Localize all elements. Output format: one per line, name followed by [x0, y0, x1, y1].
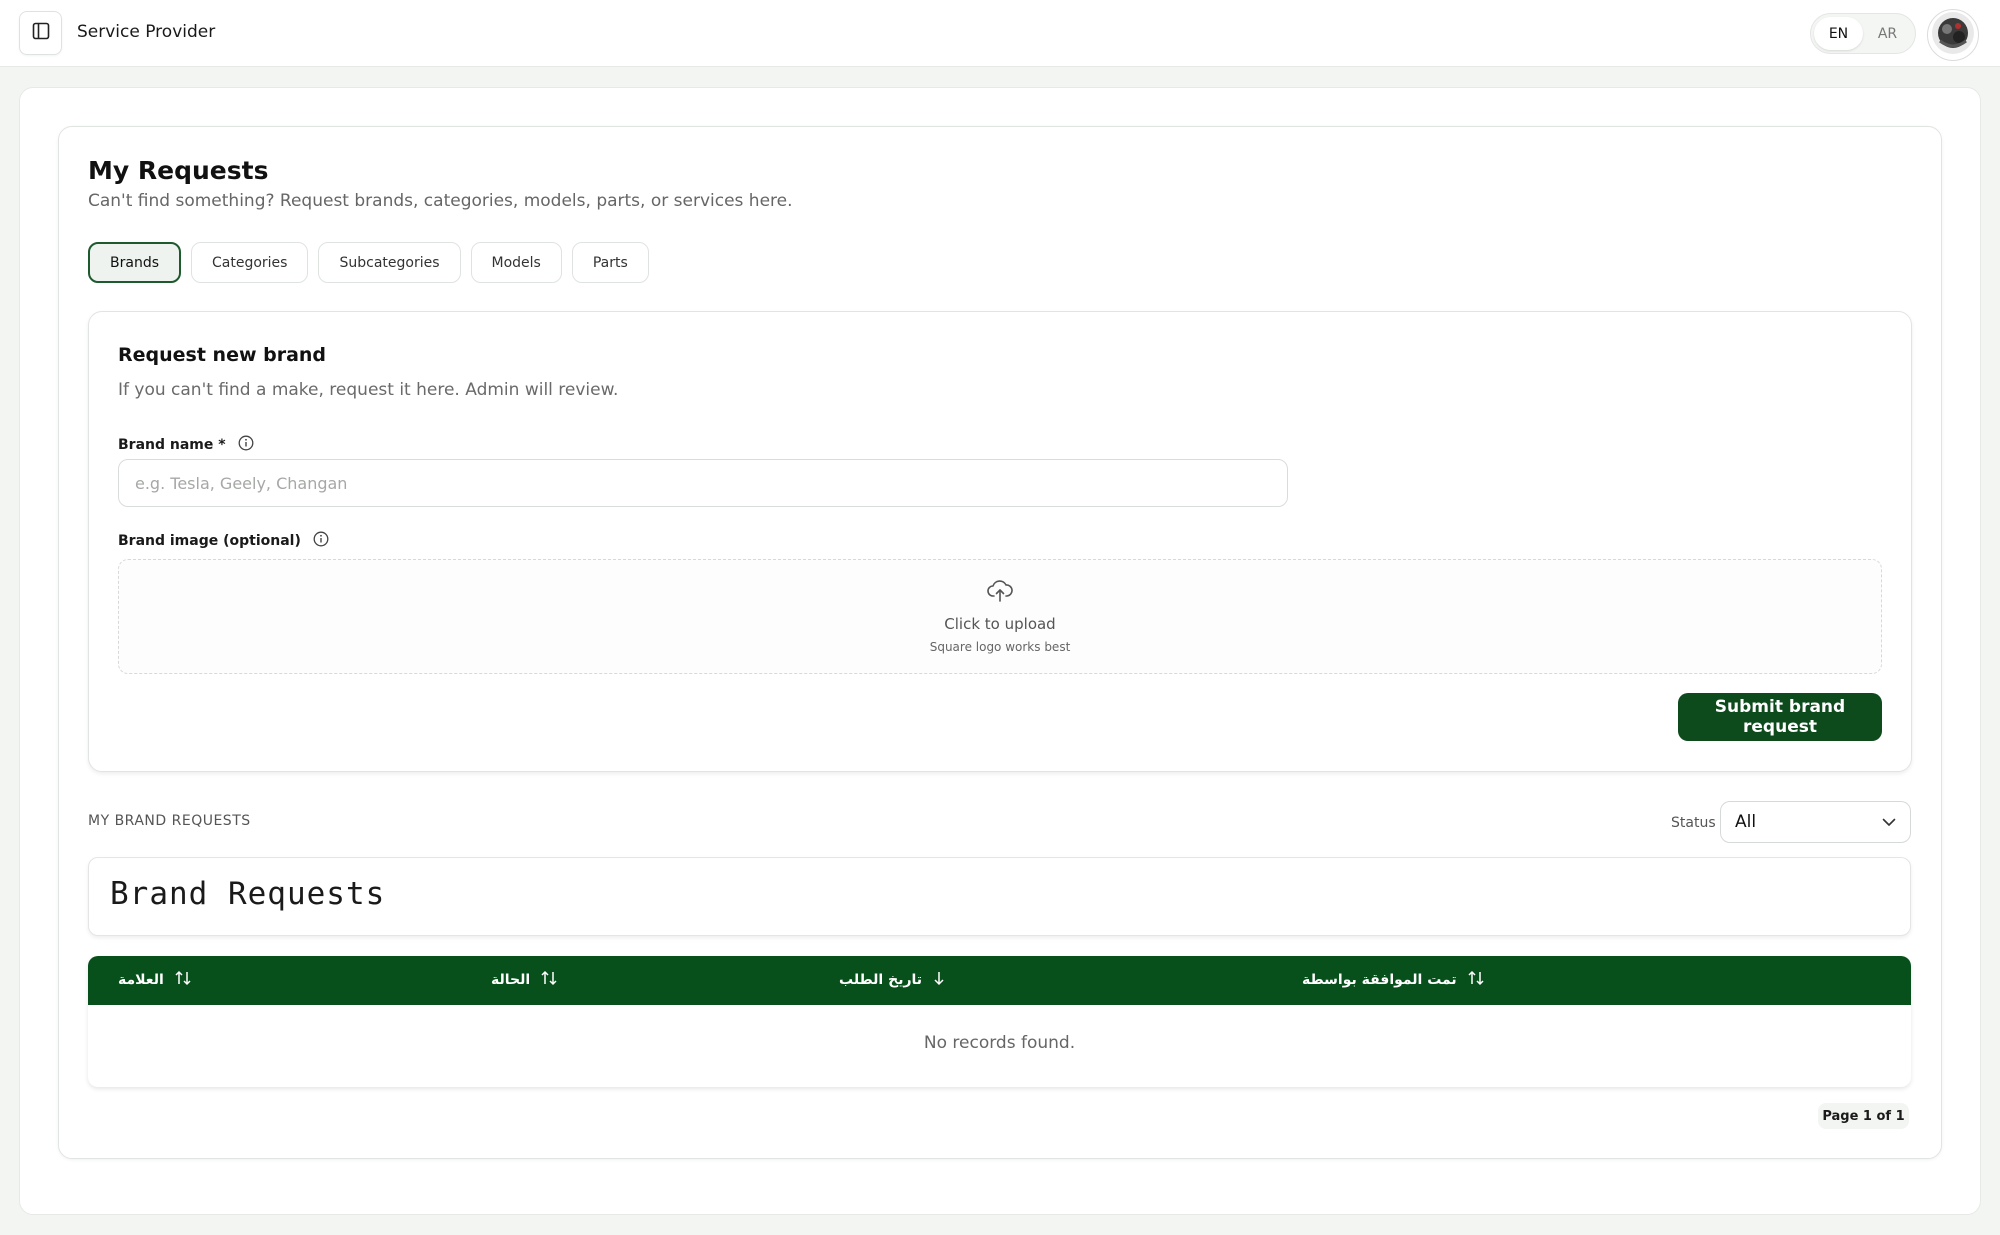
status-filter-label: Status: [1671, 815, 1716, 831]
info-icon[interactable]: [238, 435, 254, 455]
brand-requests-table: العلامة الحالة تاريخ الطلب تمت الموافقة …: [88, 956, 1911, 1087]
submit-brand-request-button[interactable]: Submit brand request: [1678, 693, 1882, 741]
app-title: Service Provider: [77, 22, 216, 42]
tab-categories[interactable]: Categories: [191, 242, 309, 283]
brand-image-upload[interactable]: Click to upload Square logo works best: [118, 559, 1882, 674]
avatar[interactable]: [1927, 9, 1979, 61]
page-subtitle: Can't find something? Request brands, ca…: [88, 191, 793, 211]
form-title: Request new brand: [118, 344, 327, 366]
column-header-label: العلامة: [118, 972, 164, 988]
top-bar: Service Provider EN AR: [0, 0, 2000, 67]
empty-state-message: No records found.: [923, 1033, 1076, 1053]
chevron-down-icon: [1882, 812, 1896, 832]
upload-hint-text: Square logo works best: [929, 639, 1071, 654]
language-en-button[interactable]: EN: [1814, 17, 1863, 50]
sort-icon[interactable]: [174, 970, 192, 990]
brand-name-label-row: Brand name *: [118, 435, 254, 455]
tab-models[interactable]: Models: [470, 242, 562, 283]
brand-image-label: Brand image (optional): [118, 533, 301, 549]
tab-parts[interactable]: Parts: [571, 242, 649, 283]
column-header-label: الحالة: [491, 972, 531, 988]
request-type-tabs: Brands Categories Subcategories Models P…: [88, 242, 649, 283]
table-header-row: العلامة الحالة تاريخ الطلب تمت الموافقة …: [88, 956, 1911, 1005]
page-title: My Requests: [88, 156, 269, 185]
column-header-label: تمت الموافقة بواسطة: [1302, 972, 1457, 988]
table-title: Brand Requests: [110, 876, 386, 912]
sort-icon[interactable]: [1467, 970, 1485, 990]
sort-desc-icon[interactable]: [932, 970, 946, 990]
brand-image-label-row: Brand image (optional): [118, 531, 329, 551]
pagination-indicator: Page 1 of 1: [1818, 1103, 1909, 1129]
status-filter-value: All: [1735, 812, 1757, 832]
upload-main-text: Click to upload: [944, 614, 1056, 633]
info-icon[interactable]: [313, 531, 329, 551]
cloud-upload-icon: [987, 579, 1013, 607]
column-header-status[interactable]: الحالة: [491, 970, 558, 990]
language-switch: EN AR: [1810, 13, 1916, 54]
form-subtitle: If you can't find a make, request it her…: [118, 380, 619, 400]
section-heading: MY BRAND REQUESTS: [88, 813, 251, 829]
sort-icon[interactable]: [540, 970, 558, 990]
language-ar-button[interactable]: AR: [1863, 17, 1912, 50]
brand-name-input[interactable]: [118, 459, 1288, 507]
tab-brands[interactable]: Brands: [88, 242, 181, 283]
column-header-request-date[interactable]: تاريخ الطلب: [839, 970, 946, 990]
sidebar-toggle-button[interactable]: [19, 11, 62, 55]
brand-name-label: Brand name *: [118, 437, 226, 453]
column-header-label: تاريخ الطلب: [839, 972, 923, 988]
sidebar-icon: [32, 22, 50, 45]
tab-subcategories[interactable]: Subcategories: [318, 242, 461, 283]
column-header-approved-by[interactable]: تمت الموافقة بواسطة: [1302, 970, 1485, 990]
user-avatar-icon: [1931, 11, 1975, 60]
column-header-brand[interactable]: العلامة: [118, 970, 192, 990]
status-filter-select[interactable]: All: [1720, 801, 1911, 843]
